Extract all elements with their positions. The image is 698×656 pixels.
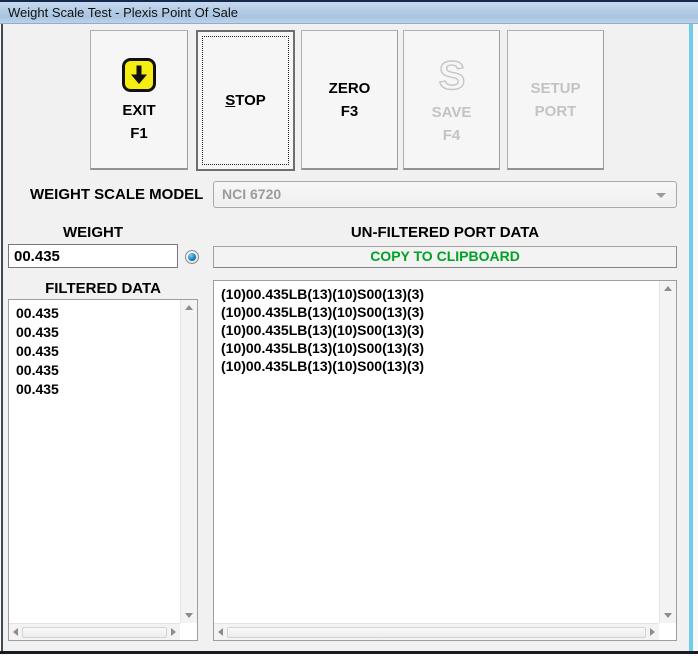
zero-button-fkey: F3 bbox=[341, 102, 359, 121]
chevron-down-icon bbox=[656, 193, 666, 198]
unfiltered-port-data-area[interactable]: (10)00.435LB(13)(10)S00(13)(3) (10)00.43… bbox=[213, 280, 677, 641]
svg-text:S: S bbox=[438, 55, 465, 97]
weight-scale-model-value: NCI 6720 bbox=[222, 186, 281, 202]
port-data-line: (10)00.435LB(13)(10)S00(13)(3) bbox=[221, 303, 676, 321]
zero-button[interactable]: ZERO F3 bbox=[301, 30, 398, 170]
scroll-left-icon[interactable] bbox=[13, 628, 18, 636]
scroll-down-icon[interactable] bbox=[664, 613, 672, 618]
exit-button-fkey: F1 bbox=[130, 124, 148, 143]
scrollbar-thumb[interactable] bbox=[227, 627, 646, 638]
yellow-down-arrow-icon bbox=[121, 57, 157, 93]
port-data-line: (10)00.435LB(13)(10)S00(13)(3) bbox=[221, 285, 676, 303]
title-bar[interactable]: Weight Scale Test - Plexis Point Of Sale bbox=[0, 2, 698, 24]
port-data-line: (10)00.435LB(13)(10)S00(13)(3) bbox=[221, 321, 676, 339]
port-data-line: (10)00.435LB(13)(10)S00(13)(3) bbox=[221, 339, 676, 357]
filtered-data-label: FILTERED DATA bbox=[8, 280, 198, 297]
scroll-right-icon[interactable] bbox=[171, 628, 176, 636]
window-frame-right bbox=[693, 24, 698, 651]
scroll-up-icon[interactable] bbox=[664, 286, 672, 291]
vertical-scrollbar[interactable] bbox=[659, 281, 676, 623]
horizontal-scrollbar[interactable] bbox=[214, 623, 659, 640]
list-item[interactable]: 00.435 bbox=[16, 361, 197, 380]
save-button-fkey: F4 bbox=[443, 126, 461, 145]
weight-scale-model-label: WEIGHT SCALE MODEL bbox=[30, 181, 203, 208]
exit-button-label: EXIT bbox=[122, 101, 155, 120]
list-item[interactable]: 00.435 bbox=[16, 342, 197, 361]
scroll-left-icon[interactable] bbox=[218, 628, 223, 636]
vertical-scrollbar[interactable] bbox=[180, 300, 197, 623]
unfiltered-port-data-label: UN-FILTERED PORT DATA bbox=[213, 224, 677, 241]
window-frame-left-border bbox=[1, 24, 3, 651]
save-button[interactable]: S SAVE F4 bbox=[403, 30, 500, 170]
horizontal-scrollbar[interactable] bbox=[9, 623, 180, 640]
copy-to-clipboard-button[interactable]: COPY TO CLIPBOARD bbox=[213, 246, 677, 268]
radio-selected-dot bbox=[188, 253, 196, 261]
scroll-right-icon[interactable] bbox=[650, 628, 655, 636]
filtered-data-list[interactable]: 00.435 00.435 00.435 00.435 00.435 bbox=[8, 299, 198, 641]
window-title: Weight Scale Test - Plexis Point Of Sale bbox=[0, 5, 238, 20]
scrollbar-thumb[interactable] bbox=[22, 627, 167, 638]
setup-port-label-line2: PORT bbox=[535, 102, 577, 121]
weight-radio-button[interactable] bbox=[185, 250, 199, 264]
zero-button-label: ZERO bbox=[329, 79, 371, 98]
weight-scale-test-window: Weight Scale Test - Plexis Point Of Sale… bbox=[0, 0, 698, 656]
setup-port-label-line1: SETUP bbox=[530, 79, 580, 98]
scroll-down-icon[interactable] bbox=[185, 613, 193, 618]
weight-label: WEIGHT bbox=[8, 224, 178, 241]
outlined-s-icon: S bbox=[430, 55, 474, 97]
list-item[interactable]: 00.435 bbox=[16, 323, 197, 342]
port-data-line: (10)00.435LB(13)(10)S00(13)(3) bbox=[221, 357, 676, 375]
stop-button-label: STOP bbox=[225, 91, 266, 110]
stop-button[interactable]: STOP bbox=[196, 30, 295, 171]
setup-port-button[interactable]: SETUP PORT bbox=[507, 30, 604, 170]
weight-scale-model-select[interactable]: NCI 6720 bbox=[213, 181, 677, 208]
list-item[interactable]: 00.435 bbox=[16, 304, 197, 323]
scroll-up-icon[interactable] bbox=[185, 305, 193, 310]
weight-input[interactable] bbox=[8, 244, 178, 268]
save-button-label: SAVE bbox=[432, 103, 472, 122]
list-item[interactable]: 00.435 bbox=[16, 380, 197, 399]
exit-button[interactable]: EXIT F1 bbox=[90, 30, 188, 170]
